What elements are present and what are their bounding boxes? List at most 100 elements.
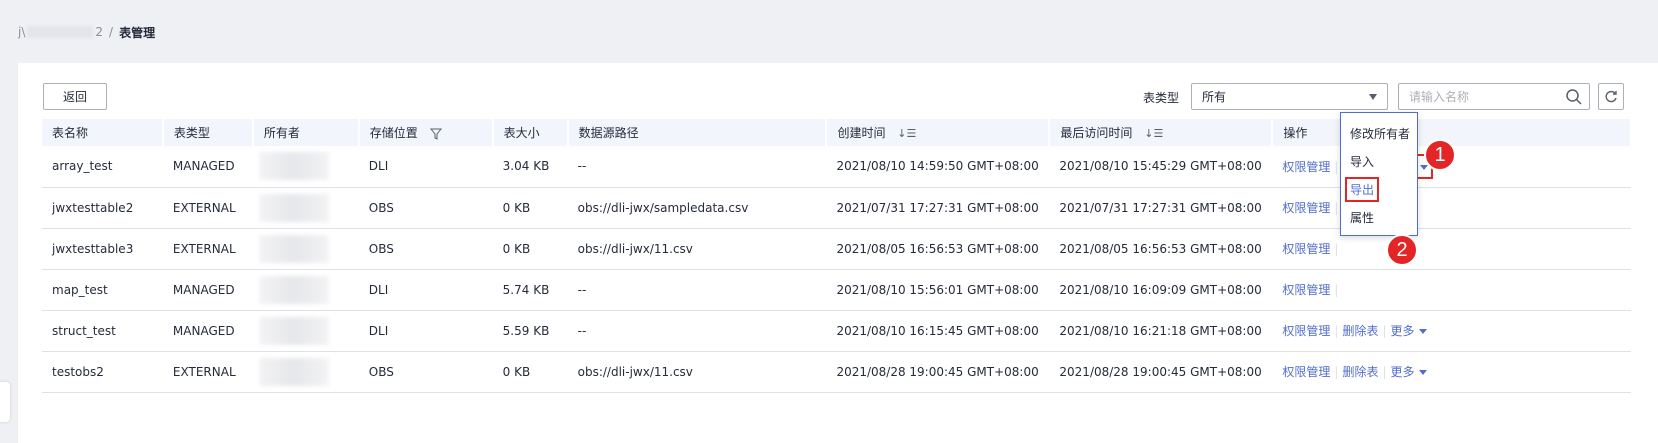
col-header-created[interactable]: 创建时间 ↓☰ xyxy=(826,119,1051,146)
cell-owner xyxy=(252,228,359,270)
refresh-button[interactable] xyxy=(1598,83,1624,110)
cell-last-access: 2021/07/31 17:27:31 GMT+08:00 xyxy=(1049,187,1273,229)
cell-location: DLI xyxy=(358,146,493,188)
cell-owner xyxy=(252,351,359,393)
cell-location: DLI xyxy=(358,310,493,352)
cell-location: OBS xyxy=(358,228,493,270)
owner-blurred xyxy=(258,152,329,181)
menu-item-properties[interactable]: 属性 xyxy=(1341,203,1417,231)
more-dropdown-link[interactable]: 更多 xyxy=(1391,324,1415,338)
owner-blurred xyxy=(258,234,329,263)
delete-table-link[interactable]: 删除表 xyxy=(1342,324,1378,338)
side-collapse-tab[interactable] xyxy=(0,382,10,422)
table-type-value: 所有 xyxy=(1202,90,1227,104)
cell-data-path: obs://dli-jwx/sampledata.csv xyxy=(567,187,827,229)
cell-last-access: 2021/08/05 16:56:53 GMT+08:00 xyxy=(1049,228,1273,270)
col-header-data-path[interactable]: 数据源路径 xyxy=(567,119,828,146)
sort-icon[interactable]: ↓☰ xyxy=(1144,127,1163,140)
col-header-location[interactable]: 存储位置 xyxy=(358,119,494,146)
location-header-label: 存储位置 xyxy=(369,126,418,140)
cell-created: 2021/08/28 19:00:45 GMT+08:00 xyxy=(826,351,1050,393)
cell-name: array_test xyxy=(42,146,163,188)
caret-down-icon xyxy=(1418,329,1427,334)
delete-table-link[interactable]: 删除表 xyxy=(1342,365,1378,379)
col-header-type[interactable]: 表类型 xyxy=(162,119,254,146)
cell-type: MANAGED xyxy=(162,269,253,311)
col-header-size[interactable]: 表大小 xyxy=(492,119,569,146)
cell-actions: 权限管理 | xyxy=(1272,228,1631,270)
breadcrumb-blurred-segment xyxy=(27,26,94,38)
cell-created: 2021/08/10 15:56:01 GMT+08:00 xyxy=(826,269,1050,311)
table-type-select[interactable]: 所有 xyxy=(1191,83,1388,110)
cell-size: 0 KB xyxy=(492,351,568,393)
filter-icon[interactable] xyxy=(429,128,442,140)
back-button[interactable]: 返回 xyxy=(43,83,107,110)
last-access-header-label: 最后访问时间 xyxy=(1060,126,1133,140)
step-2-badge: 2 xyxy=(1386,234,1418,266)
cell-data-path: -- xyxy=(567,146,827,188)
menu-item-import[interactable]: 导入 xyxy=(1341,147,1417,175)
permissions-link[interactable]: 权限管理 xyxy=(1282,324,1330,338)
refresh-icon xyxy=(1605,90,1617,102)
col-header-last-access[interactable]: 最后访问时间 ↓☰ xyxy=(1049,119,1274,146)
permissions-link[interactable]: 权限管理 xyxy=(1282,201,1330,215)
cell-type: EXTERNAL xyxy=(162,351,253,393)
cell-location: OBS xyxy=(358,351,493,393)
cell-type: EXTERNAL xyxy=(162,187,253,229)
export-highlight-box: 导出 xyxy=(1345,176,1380,202)
caret-down-icon xyxy=(1418,370,1427,375)
breadcrumb-root-suffix: 2 xyxy=(95,25,104,39)
search-icon[interactable] xyxy=(1565,88,1583,106)
cell-created: 2021/08/05 16:56:53 GMT+08:00 xyxy=(826,228,1050,270)
caret-down-icon xyxy=(1419,164,1428,170)
cell-data-path: obs://dli-jwx/11.csv xyxy=(567,228,827,270)
table-row: struct_test MANAGED DLI 5.59 KB -- 2021/… xyxy=(42,310,1631,352)
breadcrumb: j\ 2 / 表管理 xyxy=(18,24,155,40)
cell-location: DLI xyxy=(358,269,493,311)
owner-blurred xyxy=(258,275,329,304)
created-header-label: 创建时间 xyxy=(837,126,886,140)
cell-name: struct_test xyxy=(42,310,163,352)
cell-data-path: obs://dli-jwx/11.csv xyxy=(567,351,827,393)
owner-blurred xyxy=(258,316,329,345)
permissions-link[interactable]: 权限管理 xyxy=(1282,242,1330,256)
permissions-link[interactable]: 权限管理 xyxy=(1282,283,1330,297)
step-1-badge: 1 xyxy=(1424,139,1456,171)
cell-actions: 权限管理|删除表|更多 xyxy=(1272,310,1631,352)
search-box[interactable] xyxy=(1398,83,1590,110)
cell-name: jwxtesttable2 xyxy=(42,187,163,229)
cell-size: 0 KB xyxy=(492,228,568,270)
more-dropdown-menu: 修改所有者 导入 导出 属性 xyxy=(1340,112,1418,236)
cell-created: 2021/08/10 16:15:45 GMT+08:00 xyxy=(826,310,1050,352)
cell-created: 2021/08/10 14:59:50 GMT+08:00 xyxy=(826,146,1050,188)
cell-owner xyxy=(252,146,359,188)
breadcrumb-current: 表管理 xyxy=(119,25,156,40)
cell-last-access: 2021/08/10 16:09:09 GMT+08:00 xyxy=(1049,269,1273,311)
cell-actions: 权限管理 | xyxy=(1272,187,1631,229)
cell-owner xyxy=(252,269,359,311)
menu-item-change-owner[interactable]: 修改所有者 xyxy=(1341,119,1417,147)
menu-item-export[interactable]: 导出 xyxy=(1341,175,1417,203)
permissions-link[interactable]: 权限管理 xyxy=(1282,365,1330,379)
table-row: testobs2 EXTERNAL OBS 0 KB obs://dli-jwx… xyxy=(42,351,1631,393)
cell-type: MANAGED xyxy=(162,310,253,352)
owner-blurred xyxy=(258,357,329,386)
cell-actions: 权限管理|删除表|更多 xyxy=(1272,351,1631,393)
breadcrumb-root[interactable]: j\ xyxy=(18,25,25,39)
sort-icon[interactable]: ↓☰ xyxy=(897,127,916,140)
cell-owner xyxy=(252,310,359,352)
table-type-label: 表类型 xyxy=(1143,91,1180,105)
table-row: map_test MANAGED DLI 5.74 KB -- 2021/08/… xyxy=(42,269,1631,311)
more-dropdown-link[interactable]: 更多 xyxy=(1391,365,1415,379)
col-header-owner[interactable]: 所有者 xyxy=(252,119,360,146)
col-header-name[interactable]: 表名称 xyxy=(42,119,164,146)
cell-type: MANAGED xyxy=(162,146,253,188)
cell-data-path: -- xyxy=(567,269,827,311)
owner-blurred xyxy=(258,193,329,222)
search-input[interactable] xyxy=(1399,84,1559,109)
cell-owner xyxy=(252,187,359,229)
cell-size: 5.74 KB xyxy=(492,269,568,311)
breadcrumb-separator: / xyxy=(109,25,114,39)
cell-last-access: 2021/08/10 16:21:18 GMT+08:00 xyxy=(1049,310,1273,352)
permissions-link[interactable]: 权限管理 xyxy=(1282,160,1330,174)
